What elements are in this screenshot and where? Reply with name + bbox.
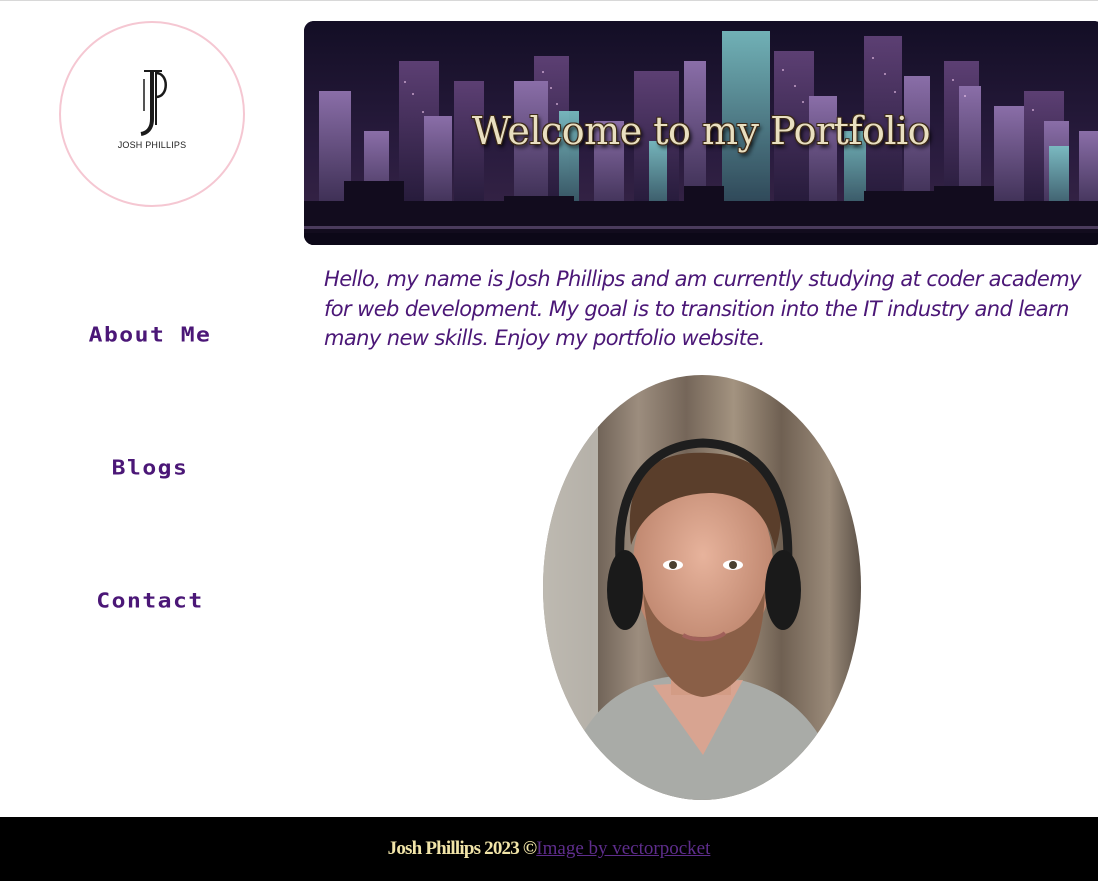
footer-credit: Josh Phillips 2023 ©	[387, 838, 537, 859]
profile-photo	[543, 375, 861, 800]
intro-text: Hello, my name is Josh Phillips and am c…	[324, 267, 1082, 350]
nav-contact-link[interactable]: Contact	[0, 589, 300, 612]
person-photo	[543, 375, 861, 800]
jp-monogram-icon	[140, 70, 167, 136]
logo-name: JOSH PHILLIPS	[117, 140, 187, 150]
site-logo[interactable]: JOSH PHILLIPS	[59, 21, 245, 207]
site-footer: Josh Phillips 2023 ©Image by vectorpocke…	[0, 817, 1098, 881]
image-credit-link[interactable]: Image by vectorpocket	[536, 838, 710, 859]
hero-banner: Welcome to my Portfolio	[304, 21, 1098, 245]
top-border	[0, 0, 1098, 1]
nav-about-link[interactable]: About Me	[0, 323, 300, 346]
nav-blogs-link[interactable]: Blogs	[0, 456, 300, 479]
banner-title: Welcome to my Portfolio	[471, 109, 931, 153]
